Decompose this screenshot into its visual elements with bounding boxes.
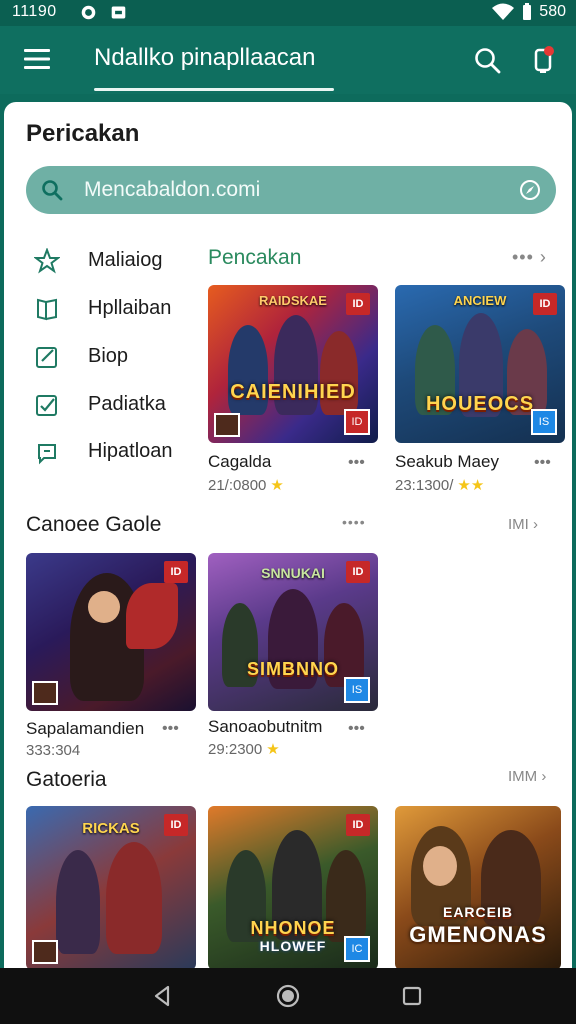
status-time: 11190	[12, 3, 57, 20]
category-label: Maliaiog	[88, 249, 163, 271]
game-name[interactable]: Cagalda	[208, 452, 271, 472]
game-badge: ID	[164, 561, 188, 583]
search-icon	[42, 180, 63, 201]
game-menu-icon[interactable]: •••	[162, 720, 179, 738]
game-rating: 21/:0800 ★	[208, 476, 284, 494]
game-menu-icon[interactable]: •••	[348, 720, 365, 738]
category-item-biop[interactable]: Biop	[34, 342, 128, 372]
game-rating-icon: IS	[344, 677, 370, 703]
game-menu-icon[interactable]: •••	[534, 454, 551, 472]
page-title: Pericakan	[26, 120, 140, 147]
content-sheet: Pericakan Mencabaldon.comi Maliaiog Hpll…	[4, 102, 572, 968]
game-rating: 29:2300 ★	[208, 740, 280, 758]
character-art	[106, 842, 162, 954]
category-item-hipatloan[interactable]: Hipatloan	[34, 437, 173, 467]
game-cover-title: GMENONAS	[409, 922, 547, 947]
section-more-button[interactable]: ••• ›	[512, 247, 547, 268]
star-icon: ★	[270, 477, 284, 494]
menu-icon[interactable]	[24, 46, 52, 72]
game-rating-icon: IC	[344, 936, 370, 962]
recents-icon[interactable]	[399, 983, 425, 1009]
game-badge: ID	[346, 814, 370, 836]
message-icon	[111, 6, 126, 19]
game-card-3a[interactable]: RICKAS ID	[26, 806, 196, 968]
app-bar: Ndallko pinapllaacan	[0, 26, 576, 94]
wifi-icon	[492, 3, 515, 20]
game-badge: ID	[164, 814, 188, 836]
edit-icon	[36, 347, 57, 368]
status-right: 580	[491, 3, 566, 21]
section-dots: ••••	[342, 514, 366, 530]
game-rating-icon: IS	[531, 409, 557, 435]
star-icon: ★★	[457, 477, 485, 494]
game-cover-title: CAIENIHIED	[230, 381, 356, 403]
home-icon[interactable]	[275, 983, 301, 1009]
game-card-3b[interactable]: NHONOE HLOWEF ID IC	[208, 806, 378, 968]
app-title: Ndallko pinapllaacan	[94, 44, 316, 71]
whatsapp-icon	[81, 5, 96, 20]
section-more-button[interactable]: IMM ›	[508, 768, 546, 785]
game-cover-title: RICKAS	[82, 820, 140, 837]
game-name[interactable]: Sanoaobutnitm	[208, 717, 322, 737]
character-face	[423, 846, 457, 886]
game-corner-icon	[32, 940, 58, 964]
category-item-maliaiog[interactable]: Maliaiog	[34, 246, 162, 276]
system-nav-bar	[0, 968, 576, 1024]
status-bar: 11190 580	[0, 0, 576, 26]
game-badge: ID	[346, 561, 370, 583]
game-card-seakub-maey[interactable]: ANCIEW HOUEOCS ID IS	[395, 285, 565, 443]
back-icon[interactable]	[150, 983, 176, 1009]
game-badge: ID	[346, 293, 370, 315]
search-placeholder: Mencabaldon.comi	[84, 178, 261, 201]
game-corner-icon	[214, 413, 240, 437]
search-bar[interactable]: Mencabaldon.comi	[26, 166, 556, 214]
game-rating-value: 21/:0800	[208, 477, 267, 494]
category-label: Hpllaiban	[88, 297, 172, 319]
category-item-padiatka[interactable]: Padiatka	[34, 390, 166, 420]
check-icon	[36, 395, 57, 416]
category-item-hpllaiban[interactable]: Hpllaiban	[34, 294, 171, 324]
category-label: Padiatka	[88, 393, 166, 415]
game-card-sapalamandien[interactable]: ID	[26, 553, 196, 711]
game-badge: ID	[533, 293, 557, 315]
game-cover-subtitle: SNNUKAI	[261, 565, 325, 581]
character-art	[56, 850, 100, 954]
game-card-sanoaobutnitm[interactable]: SNNUKAI SIMBNNO ID IS	[208, 553, 378, 711]
game-menu-icon[interactable]: •••	[348, 454, 365, 472]
character-face	[88, 591, 120, 623]
game-card-cagalda[interactable]: RAIDSKAE CAIENIHIED ID ID	[208, 285, 378, 443]
game-rating: 23:1300/★★	[395, 476, 484, 494]
search-icon[interactable]	[473, 46, 503, 76]
game-rating-value: 333:304	[26, 742, 81, 759]
game-corner-icon	[32, 681, 58, 705]
section-more-button[interactable]: IMI ›	[508, 516, 538, 533]
battery-icon	[523, 3, 532, 20]
category-label: Hipatloan	[88, 440, 173, 462]
game-card-3c[interactable]: EARCEIB GMENONAS	[395, 806, 561, 968]
game-cover-subtitle: RAIDSKAE	[259, 293, 327, 308]
game-name[interactable]: Seakub Maey	[395, 452, 499, 472]
chat-icon	[38, 444, 56, 465]
section-title: Pencakan	[208, 246, 302, 269]
notification-icon[interactable]	[530, 44, 556, 76]
game-rating-icon: ID	[344, 409, 370, 435]
game-rating-value: 29:2300	[208, 741, 263, 758]
star-icon	[34, 248, 60, 274]
game-cover-subtitle: EARCEIB	[442, 904, 513, 920]
title-underline	[94, 88, 334, 91]
book-icon	[37, 298, 57, 321]
game-rating: 333:304	[26, 742, 80, 759]
category-label: Biop	[88, 345, 129, 367]
section-title: Canoee Gaole	[26, 513, 162, 536]
game-cover-subtitle: ANCIEW	[453, 293, 507, 308]
game-rating-value: 23:1300/	[395, 477, 454, 494]
compass-icon[interactable]	[518, 178, 542, 202]
game-name[interactable]: Sapalamandien	[26, 719, 144, 739]
character-hair	[126, 583, 178, 649]
battery-level: 580	[539, 3, 566, 20]
section-title: Gatoeria	[26, 768, 107, 791]
star-icon: ★	[266, 741, 280, 758]
